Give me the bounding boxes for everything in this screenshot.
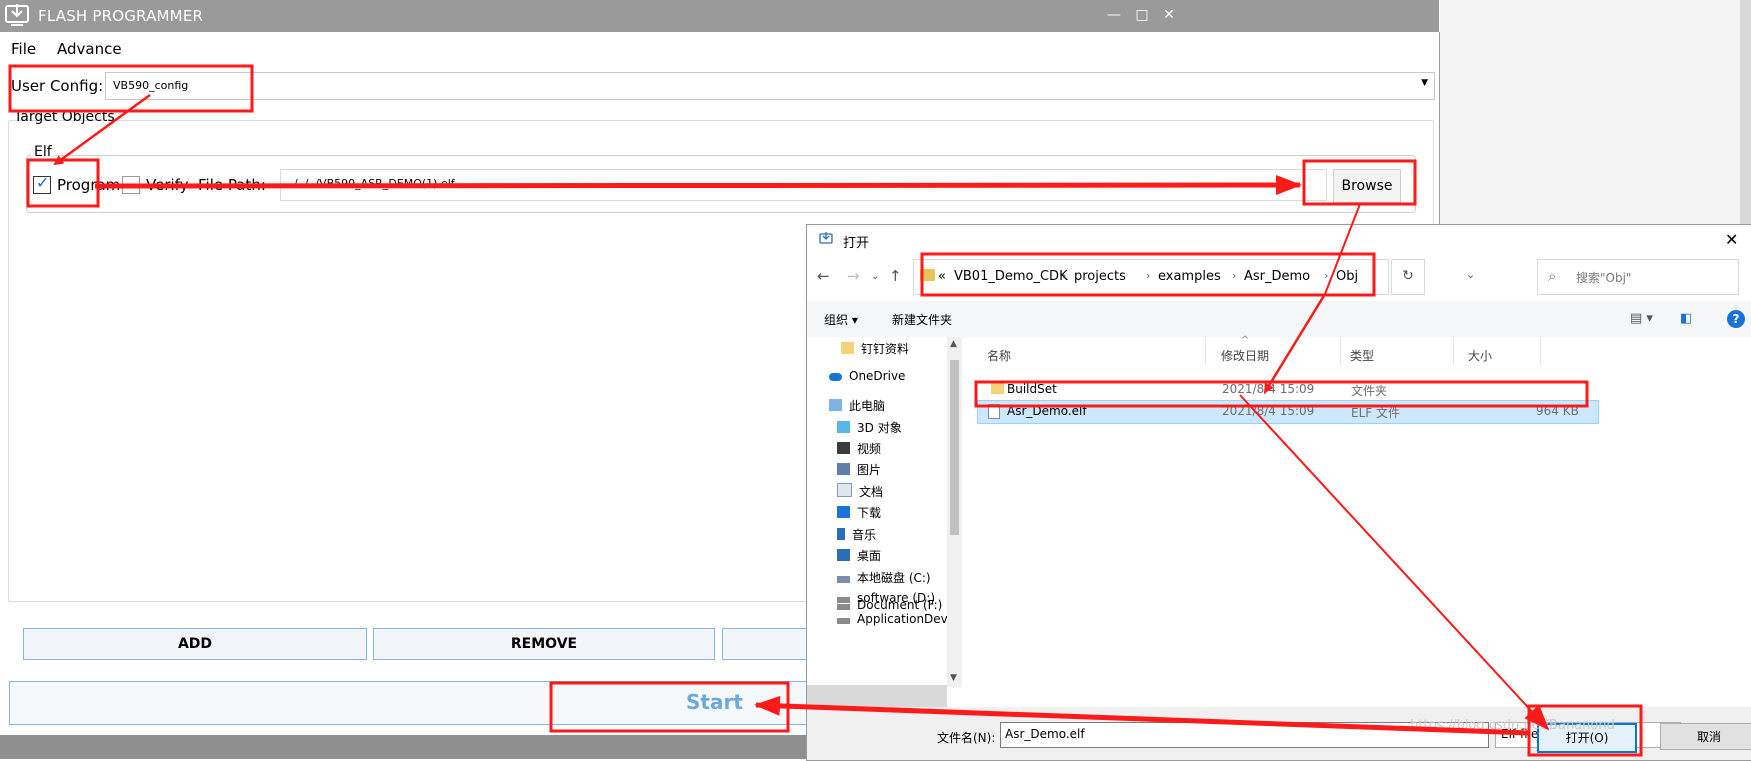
highlight-asr-file bbox=[974, 380, 1589, 408]
arrow-program-to-browse bbox=[94, 175, 1302, 196]
arrow-browse-to-address bbox=[1324, 203, 1361, 295]
highlight-open-button bbox=[1527, 704, 1643, 757]
highlight-start bbox=[549, 681, 790, 733]
highlight-browse bbox=[1302, 159, 1417, 206]
arrow-address-to-file bbox=[1263, 293, 1327, 394]
arrow-open-to-start bbox=[754, 695, 1531, 736]
highlight-address-bar bbox=[920, 252, 1376, 297]
highlight-user-config bbox=[8, 64, 254, 113]
highlight-program bbox=[26, 158, 100, 208]
arrow-config-to-program bbox=[53, 93, 151, 166]
arrow-file-to-open bbox=[1239, 394, 1550, 731]
annotation-overlay bbox=[8, 64, 1643, 757]
